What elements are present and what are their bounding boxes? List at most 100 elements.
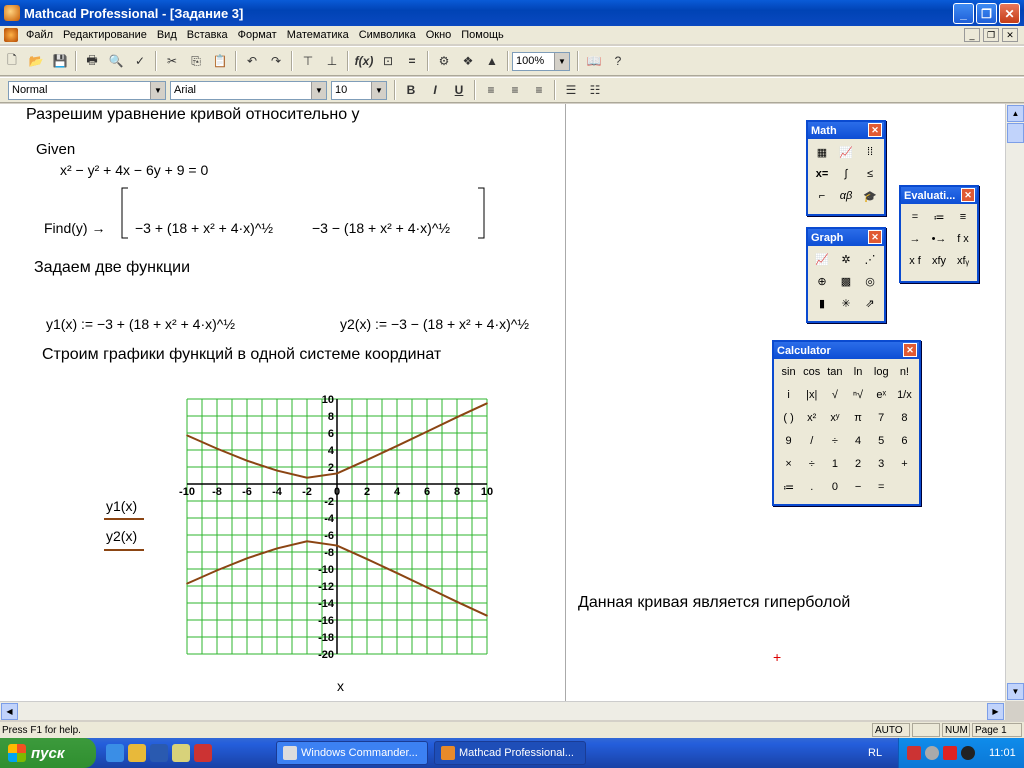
graph-palette-close-button[interactable]: ✕	[868, 230, 882, 244]
calculate-icon[interactable]: =	[401, 50, 423, 72]
eval-global-define[interactable]: ≡	[952, 207, 974, 227]
calc-key[interactable]: 3	[870, 454, 893, 474]
evaluation-palette-close-button[interactable]: ✕	[961, 188, 975, 202]
eval-prefix-op[interactable]: f x	[952, 229, 974, 249]
calc-key[interactable]: ×	[777, 454, 800, 474]
doc-restore-button[interactable]: ❐	[983, 28, 999, 42]
new-icon[interactable]: 🗋	[1, 50, 23, 72]
help-icon[interactable]: ?	[607, 50, 629, 72]
calculator-palette[interactable]: Calculator ✕ sin cos tan ln log n! i |x| √ ⁿ√ eˣ 1/x…	[772, 340, 921, 506]
scroll-down-icon[interactable]: ▼	[1007, 683, 1024, 700]
align-center-icon[interactable]: ≡	[504, 79, 526, 101]
zoom-select[interactable]: 100% ▼	[512, 51, 570, 71]
scroll-up-icon[interactable]: ▲	[1007, 105, 1024, 122]
eval-equals[interactable]: =	[904, 207, 926, 227]
calc-key[interactable]: +	[893, 454, 916, 474]
open-icon[interactable]: 📂	[25, 50, 47, 72]
tray-network-icon[interactable]	[907, 746, 921, 760]
menu-math[interactable]: Математика	[282, 29, 354, 41]
surface-plot-icon[interactable]: ▩	[835, 271, 857, 291]
calc-key[interactable]: log	[870, 362, 893, 382]
calculus-toolbar-icon[interactable]: ∫	[835, 164, 857, 184]
eval-infix-op[interactable]: xfy	[928, 251, 950, 271]
doc-close-button[interactable]: ✕	[1002, 28, 1018, 42]
numbering-icon[interactable]: ☷	[584, 79, 606, 101]
calc-key[interactable]: =	[870, 477, 893, 497]
calc-key[interactable]: 5	[870, 431, 893, 451]
resource-icon[interactable]: ❖	[457, 50, 479, 72]
menu-symbolics[interactable]: Символика	[354, 29, 421, 41]
symbolic-toolbar-icon[interactable]: 🎓	[859, 186, 881, 206]
minimize-button[interactable]: _	[953, 3, 974, 24]
tray-volume-icon[interactable]	[925, 746, 939, 760]
copy-icon[interactable]: ⎘	[185, 50, 207, 72]
calc-key[interactable]: 0	[823, 477, 846, 497]
eval-symbolic[interactable]: →	[904, 229, 926, 249]
find-expression[interactable]: Find(y) →	[44, 220, 105, 236]
matrix-toolbar-icon[interactable]: ⁞⁞	[859, 142, 881, 162]
save-tool-icon[interactable]	[194, 744, 212, 762]
boolean-toolbar-icon[interactable]: ≤	[859, 164, 881, 184]
ie-icon[interactable]	[106, 744, 124, 762]
calc-key[interactable]: xʸ	[823, 408, 846, 428]
scroll-thumb[interactable]	[1007, 123, 1024, 143]
zoom-plot-icon[interactable]: ✲	[835, 249, 857, 269]
given-keyword[interactable]: Given	[36, 141, 75, 158]
start-button[interactable]: пуск	[0, 738, 96, 768]
calc-key[interactable]: ÷	[823, 431, 846, 451]
menu-help[interactable]: Помощь	[456, 29, 509, 41]
style-select[interactable]: Normal ▼	[8, 80, 166, 100]
curve-equation[interactable]: x² − y² + 4x − 6y + 9 = 0	[60, 162, 208, 178]
task-windows-commander[interactable]: Windows Commander...	[276, 741, 428, 765]
task-mathcad[interactable]: Mathcad Professional...	[434, 741, 586, 765]
calc-key[interactable]: π	[846, 408, 869, 428]
calc-key[interactable]: ÷	[800, 454, 823, 474]
calc-key[interactable]: ⁿ√	[846, 385, 869, 405]
undo-icon[interactable]: ↶	[241, 50, 263, 72]
mathcad-app-icon[interactable]	[4, 5, 20, 21]
calc-key[interactable]: 1	[823, 454, 846, 474]
align-left-icon[interactable]: ≡	[480, 79, 502, 101]
menu-file[interactable]: Файл	[21, 29, 58, 41]
bullets-icon[interactable]: ☰	[560, 79, 582, 101]
scroll-left-icon[interactable]: ◀	[1, 703, 18, 720]
eval-define[interactable]: ≔	[928, 207, 950, 227]
evaluation-toolbar-icon[interactable]: x=	[811, 164, 833, 184]
font-select[interactable]: Arial ▼	[170, 80, 327, 100]
evaluation-palette[interactable]: Evaluati... ✕ = ≔ ≡ → •→ f x x f xfy xfᵧ	[899, 185, 979, 283]
calc-key[interactable]: −	[846, 477, 869, 497]
xy-plot-icon[interactable]: 📈	[811, 249, 833, 269]
calc-key[interactable]: .	[800, 477, 823, 497]
align-right-icon[interactable]: ≡	[528, 79, 550, 101]
scatter-3d-icon[interactable]: ✳	[835, 293, 857, 313]
calc-key[interactable]: ln	[846, 362, 869, 382]
y1-definition[interactable]: y1(x) := −3 + (18 + x² + 4·x)^½	[46, 316, 235, 332]
calc-key[interactable]: 4	[846, 431, 869, 451]
align-down-icon[interactable]: ⊥	[321, 50, 343, 72]
trace-plot-icon[interactable]: ⋰	[859, 249, 881, 269]
xy-plot[interactable]: -10 -8 -6 -4 -2 0 2 4 6 8 10108642-2-4-6-8-10-12-1…	[170, 387, 510, 677]
y2-definition[interactable]: y2(x) := −3 − (18 + x² + 4·x)^½	[340, 316, 529, 332]
bold-button[interactable]: B	[400, 79, 422, 101]
cut-icon[interactable]: ✂	[161, 50, 183, 72]
graph-toolbar-icon[interactable]: 📈	[835, 142, 857, 162]
vertical-scrollbar[interactable]: ▲ ▼	[1005, 104, 1024, 701]
language-indicator[interactable]: RL	[868, 747, 882, 759]
save-icon[interactable]: 💾	[49, 50, 71, 72]
calc-key[interactable]: x²	[800, 408, 823, 428]
menu-insert[interactable]: Вставка	[182, 29, 233, 41]
calc-key[interactable]: sin	[777, 362, 800, 382]
font-size-select[interactable]: 10 ▼	[331, 80, 387, 100]
word-icon[interactable]	[150, 744, 168, 762]
calc-key[interactable]: √	[823, 385, 846, 405]
redo-icon[interactable]: ↷	[265, 50, 287, 72]
spellcheck-icon[interactable]: ✓	[129, 50, 151, 72]
calc-key[interactable]: n!	[893, 362, 916, 382]
calculator-palette-close-button[interactable]: ✕	[903, 343, 917, 357]
run-icon[interactable]: ▲	[481, 50, 503, 72]
insert-component-icon[interactable]: ⚙	[433, 50, 455, 72]
document-icon[interactable]	[4, 28, 18, 42]
calc-key[interactable]: 2	[846, 454, 869, 474]
underline-button[interactable]: U	[448, 79, 470, 101]
calc-key[interactable]: 9	[777, 431, 800, 451]
